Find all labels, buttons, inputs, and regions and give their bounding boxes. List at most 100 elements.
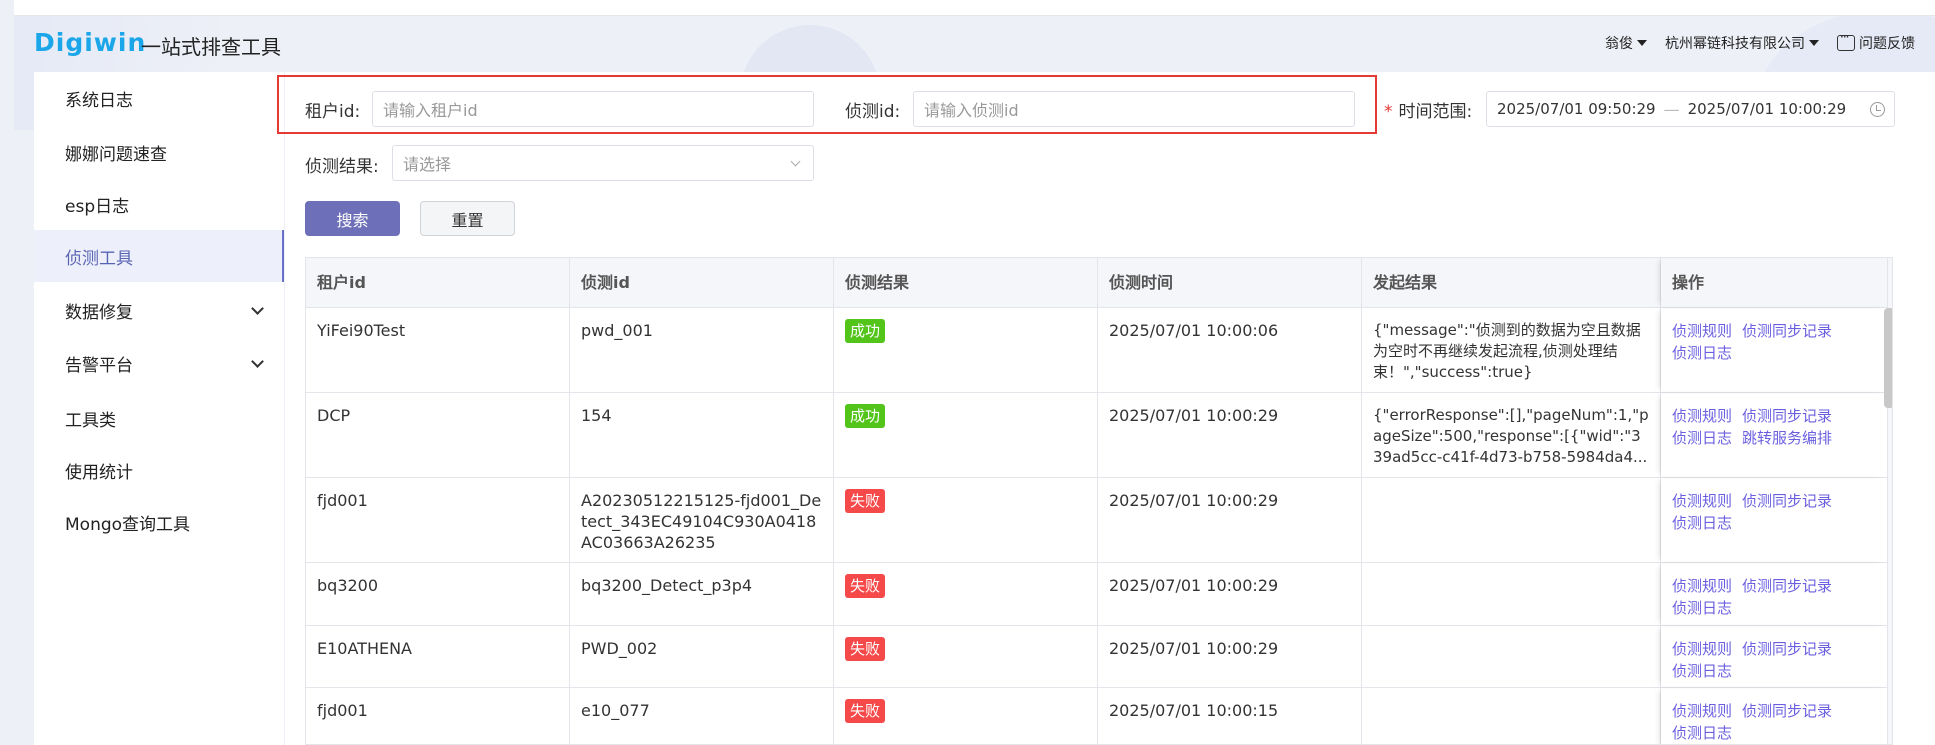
cell-initiate-result [1362, 478, 1661, 562]
cell-detect-time: 2025/07/01 10:00:29 [1098, 393, 1362, 477]
sidebar-item-label: 系统日志 [65, 90, 133, 111]
cell-operations: 侦测规则 侦测同步记录 侦测日志 [1661, 563, 1888, 625]
company-name: 杭州幂链科技有限公司 [1665, 36, 1805, 52]
sidebar-item[interactable]: 系统日志 [34, 72, 284, 124]
user-menu[interactable]: 翁俊 [1605, 33, 1647, 53]
cell-operations: 侦测规则 侦测同步记录 侦测日志 [1661, 478, 1888, 562]
clock-icon [1870, 102, 1885, 117]
header-actions: 翁俊 杭州幂链科技有限公司 问题反馈 [1605, 30, 1915, 53]
status-badge: 成功 [845, 319, 886, 343]
cell-detect-time: 2025/07/01 10:00:06 [1098, 308, 1362, 392]
operation-link[interactable]: 侦测同步记录 [1742, 640, 1832, 658]
sidebar: 系统日志娜娜问题速查 esp日志 侦测工具数据修复告警平台工具类使用统计 Mongo查… [34, 72, 284, 745]
sidebar-item[interactable]: 工具类 [34, 392, 284, 444]
operation-link[interactable]: 侦测规则 [1672, 407, 1732, 425]
status-badge: 失败 [845, 637, 886, 661]
result-select[interactable]: 请选择 [392, 145, 814, 181]
sidebar-item[interactable]: 娜娜问题速查 [34, 126, 284, 178]
table-row: fjd001 A20230512215125-fjd001_Detect_343E… [306, 478, 1892, 563]
column-header: 操作 [1661, 258, 1888, 307]
cell-detect-id: e10_077 [570, 688, 834, 744]
cell-operations: 侦测规则 侦测同步记录 侦测日志 [1661, 688, 1888, 744]
cell-detect-time: 2025/07/01 10:00:29 [1098, 626, 1362, 687]
sidebar-item[interactable]: 数据修复 [34, 284, 284, 336]
time-range-label: * 时间范围: [1384, 97, 1472, 122]
cell-detect-time: 2025/07/01 10:00:15 [1098, 688, 1362, 744]
sidebar-item-label: 使用统计 [65, 462, 133, 483]
operation-link[interactable]: 侦测规则 [1672, 492, 1732, 510]
operation-link[interactable]: 侦测日志 [1672, 662, 1732, 680]
operation-link[interactable]: 侦测同步记录 [1742, 577, 1832, 595]
operation-link[interactable]: 侦测规则 [1672, 640, 1732, 658]
caret-down-icon [1809, 40, 1819, 46]
operation-link[interactable]: 侦测规则 [1672, 577, 1732, 595]
cell-initiate-result: {"message":"侦测到的数据为空且数据为空时不再继续发起流程,侦测处理结… [1362, 308, 1661, 392]
cell-operations: 侦测规则 侦测同步记录 侦测日志 [1661, 308, 1888, 392]
sidebar-item[interactable]: Mongo查询工具 [34, 496, 284, 548]
status-badge: 失败 [845, 699, 886, 723]
chevron-down-icon [251, 302, 264, 315]
cell-detect-time: 2025/07/01 10:00:29 [1098, 563, 1362, 625]
cell-result: 失败 [834, 688, 1098, 744]
column-header: 发起结果 [1362, 258, 1661, 307]
app-header: Digiwin 一站式排查工具 翁俊 杭州幂链科技有限公司 问题反馈 [0, 16, 1935, 72]
table-scroll-track [1884, 258, 1892, 744]
operation-link[interactable]: 侦测同步记录 [1742, 492, 1832, 510]
operation-link[interactable]: 侦测同步记录 [1742, 702, 1832, 720]
browser-top-bar [14, 0, 1935, 16]
company-menu[interactable]: 杭州幂链科技有限公司 [1665, 33, 1819, 53]
table-row: DCP 154 成功 2025/07/01 10:00:29 {"errorRespon… [306, 393, 1892, 478]
search-button[interactable]: 搜索 [305, 201, 400, 236]
operation-link[interactable]: 侦测同步记录 [1742, 407, 1832, 425]
cell-tenant-id: DCP [306, 393, 570, 477]
cell-tenant-id: bq3200 [306, 563, 570, 625]
tenant-label: 租户id: [305, 102, 361, 122]
reset-button[interactable]: 重置 [420, 201, 515, 236]
cell-tenant-id: fjd001 [306, 478, 570, 562]
operation-link[interactable]: 侦测日志 [1672, 599, 1732, 617]
detect-input[interactable]: 请输入侦测id [913, 91, 1355, 127]
cell-result: 成功 [834, 393, 1098, 477]
operation-link[interactable]: 跳转服务编排 [1742, 429, 1832, 447]
cell-operations: 侦测规则 侦测同步记录 侦测日志 跳转服务编排 [1661, 393, 1888, 477]
app-title: 一站式排查工具 [141, 35, 281, 59]
cell-tenant-id: YiFei90Test [306, 308, 570, 392]
feedback-button[interactable]: 问题反馈 [1837, 30, 1915, 53]
user-name: 翁俊 [1605, 36, 1633, 52]
sidebar-item[interactable]: 告警平台 [34, 337, 284, 389]
status-badge: 失败 [845, 574, 886, 598]
digiwin-logo[interactable]: Digiwin [34, 28, 146, 57]
sidebar-item-label: 告警平台 [65, 355, 133, 376]
cell-initiate-result: {"errorResponse":[],"pageNum":1,"pageSiz… [1362, 393, 1661, 477]
cell-initiate-result [1362, 688, 1661, 744]
operation-link[interactable]: 侦测同步记录 [1742, 322, 1832, 340]
time-range-label-text: 时间范围: [1398, 102, 1473, 122]
sidebar-item-label: 娜娜问题速查 [65, 144, 167, 165]
message-icon [1837, 30, 1855, 51]
time-end: 2025/07/01 10:00:29 [1687, 100, 1847, 118]
operation-link[interactable]: 侦测规则 [1672, 322, 1732, 340]
table-header-row: 租户id 侦测id 侦测结果 侦测时间 发起结果 操作 [306, 258, 1892, 308]
cell-result: 失败 [834, 563, 1098, 625]
table-row: bq3200 bq3200_Detect_p3p4 失败 2025/07/01 10:… [306, 563, 1892, 626]
tenant-input[interactable]: 请输入租户id [372, 91, 814, 127]
operation-link[interactable]: 侦测日志 [1672, 724, 1732, 742]
cell-detect-id: bq3200_Detect_p3p4 [570, 563, 834, 625]
caret-down-icon [1637, 40, 1647, 46]
cell-detect-id: pwd_001 [570, 308, 834, 392]
cell-detect-id: 154 [570, 393, 834, 477]
sidebar-item[interactable]: 使用统计 [34, 444, 284, 496]
sidebar-item[interactable]: 侦测工具 [34, 230, 284, 282]
result-select-placeholder: 请选择 [403, 155, 452, 174]
cell-detect-id: A20230512215125-fjd001_Detect_343EC49104… [570, 478, 834, 562]
sidebar-item-label: 数据修复 [65, 302, 133, 323]
operation-link[interactable]: 侦测日志 [1672, 514, 1732, 532]
table-scrollbar[interactable] [1884, 308, 1892, 408]
sidebar-item[interactable]: esp日志 [34, 178, 284, 230]
operation-link[interactable]: 侦测日志 [1672, 344, 1732, 362]
operation-link[interactable]: 侦测日志 [1672, 429, 1732, 447]
column-header: 侦测结果 [834, 258, 1098, 307]
time-range-picker[interactable]: 2025/07/01 09:50:29 — 2025/07/01 10:00:2… [1486, 91, 1895, 127]
chevron-down-icon [251, 355, 264, 368]
operation-link[interactable]: 侦测规则 [1672, 702, 1732, 720]
